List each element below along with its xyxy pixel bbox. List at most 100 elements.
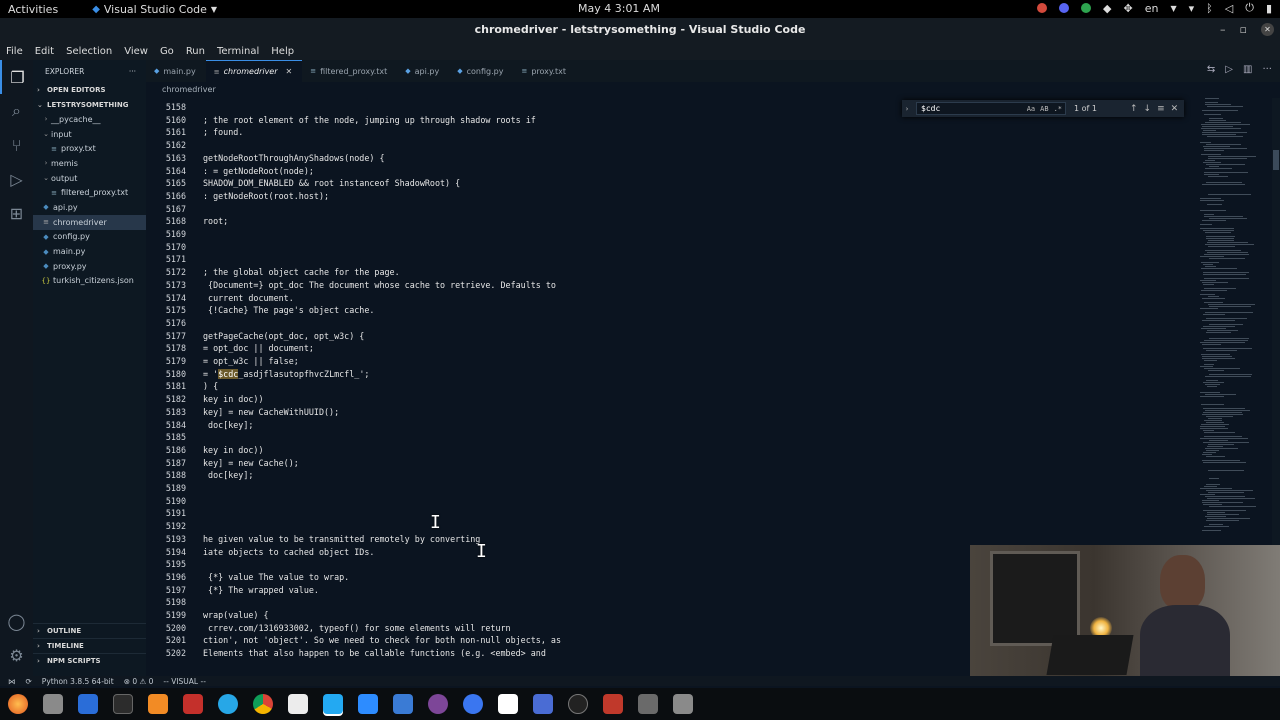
tree-item-config-py[interactable]: ◆ config.py bbox=[33, 230, 146, 245]
code-line[interactable]: 5175 {!Cache} The page's object cache. bbox=[146, 304, 1190, 317]
code-line[interactable]: 5176 bbox=[146, 317, 1190, 330]
chrome-icon[interactable] bbox=[253, 694, 273, 714]
tree-item-proxy-py[interactable]: ◆ proxy.py bbox=[33, 259, 146, 274]
app-menu[interactable]: ◆ Visual Studio Code ▼ bbox=[92, 3, 217, 16]
problems-indicator[interactable]: ⊗ 0 ⚠ 0 bbox=[124, 677, 154, 686]
dropbox-icon[interactable]: ◆ bbox=[1103, 2, 1111, 15]
notes-icon[interactable] bbox=[393, 694, 413, 714]
code-line[interactable]: 5187 key] = new Cache(); bbox=[146, 457, 1190, 470]
media-icon[interactable] bbox=[183, 694, 203, 714]
code-line[interactable]: 5163 getNodeRootThroughAnyShadows(node) { bbox=[146, 152, 1190, 165]
tree-item-main-py[interactable]: ◆ main.py bbox=[33, 244, 146, 259]
gear-icon[interactable]: ⚙ bbox=[0, 638, 33, 672]
clock[interactable]: May 4 3:01 AM bbox=[578, 2, 660, 15]
text-editor-icon[interactable] bbox=[288, 694, 308, 714]
tab-config-py[interactable]: ◆ config.py bbox=[449, 60, 513, 82]
obs-icon[interactable] bbox=[568, 694, 588, 714]
code-line[interactable]: 5164: = getNodeRoot(node); bbox=[146, 165, 1190, 178]
discord-tray-icon[interactable] bbox=[1059, 3, 1070, 13]
zoom-icon[interactable] bbox=[358, 694, 378, 714]
tree-item-input[interactable]: ⌄ input bbox=[33, 127, 146, 142]
npm-scripts-section[interactable]: › NPM SCRIPTS bbox=[33, 653, 146, 668]
explorer-icon[interactable]: ❐ bbox=[0, 60, 33, 94]
code-line[interactable]: 5169 bbox=[146, 228, 1190, 241]
regex-toggle[interactable]: .* bbox=[1054, 105, 1062, 113]
code-line[interactable]: 5172 ; the global object cache for the pa… bbox=[146, 266, 1190, 279]
activities-button[interactable]: Activities bbox=[0, 3, 66, 16]
breadcrumb[interactable]: chromedriver bbox=[146, 82, 1280, 98]
code-line[interactable]: 5180 = '$cdc_asdjflasutopfhvcZLmcfl_'; bbox=[146, 368, 1190, 381]
menu-run[interactable]: Run bbox=[180, 46, 211, 57]
code-line[interactable]: 5181) { bbox=[146, 380, 1190, 393]
code-line[interactable]: 5191 bbox=[146, 507, 1190, 520]
chat-icon[interactable] bbox=[218, 694, 238, 714]
run-icon[interactable]: ▷ bbox=[1225, 64, 1233, 75]
menu-help[interactable]: Help bbox=[265, 46, 300, 57]
firefox-icon[interactable] bbox=[8, 694, 28, 714]
tree-item-output[interactable]: ⌄ output bbox=[33, 171, 146, 186]
tor-icon[interactable] bbox=[428, 694, 448, 714]
code-line[interactable]: 5189 bbox=[146, 482, 1190, 495]
tree-item-memis[interactable]: › memis bbox=[33, 156, 146, 171]
wifi-icon[interactable]: ▾ bbox=[1189, 2, 1195, 15]
menu-go[interactable]: Go bbox=[154, 46, 180, 57]
language-indicator[interactable]: en bbox=[1145, 2, 1159, 15]
code-line[interactable]: 5190 bbox=[146, 495, 1190, 508]
account-icon[interactable]: ◯ bbox=[0, 604, 33, 638]
usb-drive-icon[interactable] bbox=[673, 694, 693, 714]
project-section[interactable]: ⌄ LETSTRYSOMETHING bbox=[33, 97, 146, 112]
printer-icon[interactable] bbox=[603, 694, 623, 714]
code-line[interactable]: 5188 doc[key]; bbox=[146, 469, 1190, 482]
app-icon[interactable] bbox=[533, 694, 553, 714]
minimap[interactable] bbox=[1192, 98, 1272, 538]
code-line[interactable]: 5193 he given value to be transmitted rem… bbox=[146, 533, 1190, 546]
match-case-toggle[interactable]: Aa bbox=[1027, 105, 1035, 113]
chrome-tray-icon[interactable] bbox=[1037, 3, 1048, 13]
code-line[interactable]: 5162 bbox=[146, 139, 1190, 152]
sync-icon[interactable]: ⟳ bbox=[26, 677, 32, 686]
code-line[interactable]: 5171 bbox=[146, 253, 1190, 266]
outline-section[interactable]: › OUTLINE bbox=[33, 623, 146, 638]
files-icon[interactable] bbox=[43, 694, 63, 714]
tree-item-filtered-proxy[interactable]: ≡ filtered_proxy.txt bbox=[33, 185, 146, 200]
open-editors-section[interactable]: › OPEN EDITORS bbox=[33, 82, 146, 97]
code-line[interactable]: 5179 = opt_w3c || false; bbox=[146, 355, 1190, 368]
code-line[interactable]: 5185 bbox=[146, 431, 1190, 444]
tree-item-chromedriver[interactable]: ≡ chromedriver bbox=[33, 214, 146, 230]
code-line[interactable]: 5161 ; found. bbox=[146, 126, 1190, 139]
code-line[interactable]: 5177 getPageCache(opt_doc, opt_w3c) { bbox=[146, 330, 1190, 343]
tab-filtered-proxy[interactable]: ≡ filtered_proxy.txt bbox=[302, 60, 397, 82]
compare-icon[interactable]: ⇆ bbox=[1207, 64, 1215, 75]
menu-edit[interactable]: Edit bbox=[29, 46, 60, 57]
volume-icon[interactable]: ◁ bbox=[1225, 2, 1233, 15]
run-debug-icon[interactable]: ▷ bbox=[0, 162, 33, 196]
bluetooth-icon[interactable]: ᛒ bbox=[1206, 2, 1213, 15]
green-tray-icon[interactable] bbox=[1081, 3, 1092, 13]
tree-item-turkish-citizens-json[interactable]: {} turkish_citizens.json bbox=[33, 274, 146, 289]
code-line[interactable]: 5183 key] = new CacheWithUUID(); bbox=[146, 406, 1190, 419]
close-icon[interactable]: ✕ bbox=[1171, 104, 1179, 114]
timeline-section[interactable]: › TIMELINE bbox=[33, 638, 146, 653]
tree-item-api-py[interactable]: ◆ api.py bbox=[33, 200, 146, 215]
more-actions-icon[interactable]: ··· bbox=[1262, 64, 1272, 75]
maximize-button[interactable]: ▫ bbox=[1240, 18, 1247, 42]
python-interpreter[interactable]: Python 3.8.5 64-bit bbox=[42, 677, 114, 686]
code-line[interactable]: 5166: getNodeRoot(root.host); bbox=[146, 190, 1190, 203]
tab-api-py[interactable]: ◆ api.py bbox=[397, 60, 449, 82]
split-editor-icon[interactable]: ▥ bbox=[1243, 64, 1252, 75]
code-line[interactable]: 5184 doc[key]; bbox=[146, 419, 1190, 432]
arrow-down-icon[interactable]: ↓ bbox=[1144, 104, 1152, 114]
extensions-icon[interactable]: ⊞ bbox=[0, 196, 33, 230]
tab-main-py[interactable]: ◆ main.py bbox=[146, 60, 206, 82]
sublime-icon[interactable] bbox=[148, 694, 168, 714]
tab-chromedriver[interactable]: ≡ chromedriver ✕ bbox=[205, 60, 303, 82]
match-word-toggle[interactable]: AB bbox=[1040, 105, 1048, 113]
code-line[interactable]: 5168 root; bbox=[146, 215, 1190, 228]
trash-icon[interactable] bbox=[638, 694, 658, 714]
code-line[interactable]: 5170 bbox=[146, 241, 1190, 254]
remote-icon[interactable]: ⋈ bbox=[8, 677, 16, 686]
source-control-icon[interactable]: ⑂ bbox=[0, 128, 33, 162]
find-input[interactable]: $cdc Aa AB .* bbox=[916, 102, 1066, 115]
tree-item-pycache[interactable]: › __pycache__ bbox=[33, 112, 146, 127]
notion-icon[interactable] bbox=[498, 694, 518, 714]
